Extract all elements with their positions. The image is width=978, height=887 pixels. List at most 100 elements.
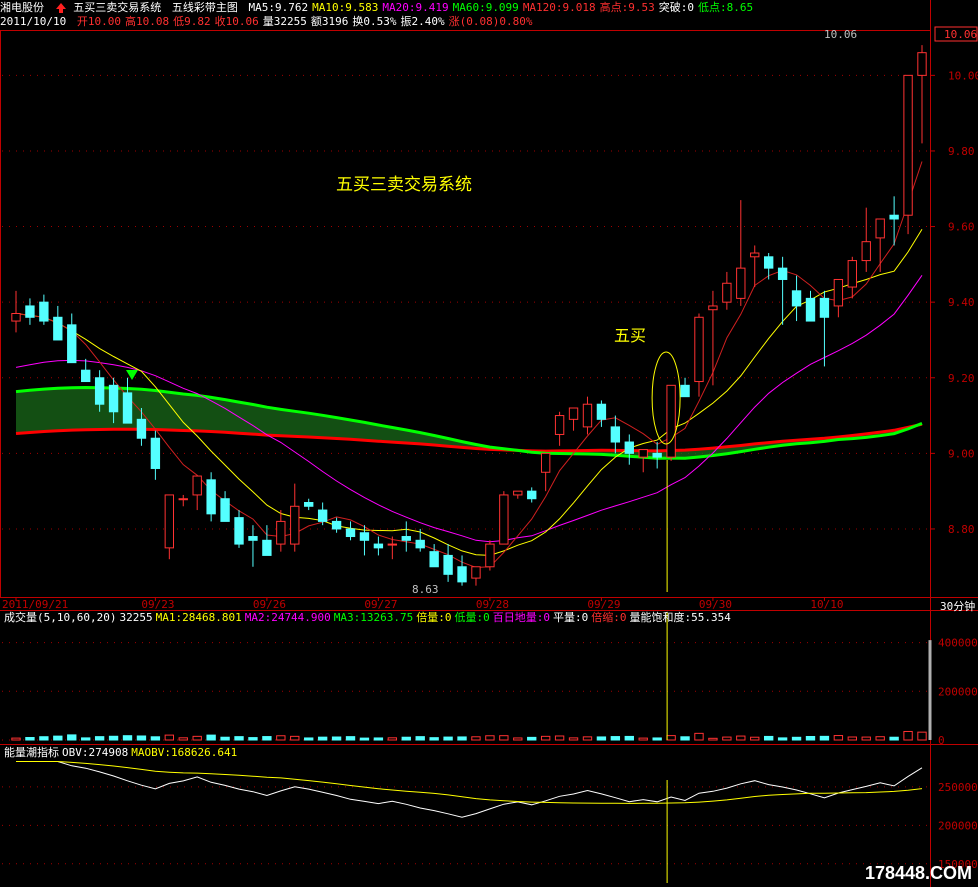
- candle-up: [178, 498, 188, 501]
- volume-bar: [805, 735, 816, 741]
- volume-bar: [568, 737, 579, 741]
- volume-bar: [499, 735, 509, 741]
- candle-up: [485, 543, 495, 568]
- stock-name[interactable]: 湘电股份: [0, 1, 44, 14]
- volume-bar: [81, 737, 91, 741]
- watermark: 178448.COM: [864, 863, 972, 883]
- volume-bar: [11, 737, 21, 741]
- volume-value: 量32255: [262, 15, 307, 28]
- volume-bar: [680, 736, 690, 741]
- candle-up: [568, 407, 579, 420]
- volume-bar: [903, 730, 913, 741]
- y-tick-label: 10.00: [948, 69, 978, 82]
- volume-bar: [234, 736, 244, 741]
- volume-bar: [750, 736, 760, 741]
- candle-up: [471, 566, 481, 579]
- volume-bar: [819, 735, 830, 741]
- volume-bar: [39, 736, 49, 741]
- candle-down: [680, 384, 690, 398]
- volume-bar: [527, 736, 537, 741]
- volume-bar: [582, 736, 593, 741]
- candle-down: [108, 384, 119, 413]
- volume-bar: [652, 737, 662, 741]
- ma60-value: MA60:9.099: [452, 1, 519, 14]
- candle-down: [791, 290, 802, 307]
- candle-down: [67, 324, 77, 364]
- candle-down: [94, 377, 105, 405]
- candle-up: [290, 505, 300, 545]
- candle-down: [624, 441, 634, 454]
- candle-up: [875, 218, 885, 239]
- candle-down: [136, 418, 147, 439]
- candle-up: [750, 252, 760, 258]
- candle-up: [11, 313, 21, 322]
- y-tick-label: 9.00: [948, 447, 975, 460]
- candle-up: [387, 543, 398, 546]
- obv-header: 能量潮指标 OBV:274908 MAOBV:168626.641: [4, 746, 240, 760]
- volume-bar: [722, 736, 732, 741]
- change-value: 涨(0.08)0.80%: [448, 15, 533, 28]
- volume-bar: [638, 737, 648, 741]
- volume-bar: [331, 736, 342, 741]
- candle-down: [359, 532, 370, 541]
- vol-ma2: MA2:24744.900: [244, 611, 331, 624]
- volume-bar: [694, 732, 704, 741]
- candle-up: [736, 267, 746, 299]
- x-tick-label: 09/28: [476, 598, 509, 611]
- volume-bar: [262, 736, 272, 741]
- turnover-value: 换0.53%: [352, 15, 397, 28]
- volume-bar: [150, 736, 161, 741]
- high-value: 高10.08: [124, 15, 170, 28]
- candle-down: [81, 369, 91, 383]
- ma5-line: [15, 161, 923, 569]
- volume-bar: [276, 735, 286, 741]
- volume-bar: [708, 737, 718, 741]
- ma5-value: MA5:9.762: [248, 1, 309, 14]
- candle-down: [150, 437, 161, 469]
- obv-tick-label: 250000: [938, 781, 978, 794]
- ma120-value: MA120:9.018: [522, 1, 596, 14]
- candle-down: [304, 502, 314, 507]
- x-tick-label: 09/26: [253, 598, 286, 611]
- period-label[interactable]: 30分钟: [940, 598, 975, 614]
- header-row-2: 2011/10/10 开10.00 高10.08 低9.82 收10.06 量32255…: [0, 14, 536, 29]
- buy-label: 五买: [614, 326, 646, 345]
- candle-up: [638, 449, 648, 458]
- candle-up: [540, 452, 551, 473]
- vol-tick-label: 400000: [938, 637, 978, 650]
- volume-bar: [415, 736, 425, 741]
- high-point-value: 高点:9.53: [599, 1, 655, 14]
- amount-value: 额3196: [310, 15, 349, 28]
- candle-up: [861, 241, 871, 262]
- obv-line: [16, 761, 923, 818]
- vol-beisuo: 倍缩:0: [591, 611, 627, 624]
- x-tick-label: 09/30: [699, 598, 732, 611]
- candle-down: [610, 426, 621, 443]
- candle-down: [317, 509, 328, 522]
- volume-bar: [443, 736, 453, 741]
- volume-last: 32255: [119, 611, 153, 624]
- y-tick-label: 9.80: [948, 145, 975, 158]
- volume-bar: [736, 735, 746, 741]
- amplitude-value: 振2.40%: [400, 15, 445, 28]
- volume-bar: [777, 737, 788, 741]
- maobv-line: [16, 761, 923, 804]
- candle-up: [582, 403, 593, 428]
- obv-title[interactable]: 能量潮指标: [4, 746, 59, 759]
- main-chart-name[interactable]: 五线彩带主图: [172, 1, 238, 14]
- volume-bar: [513, 737, 523, 741]
- volume-bar: [666, 735, 676, 741]
- candle-up: [847, 260, 857, 288]
- low-point-value: 低点:8.65: [698, 1, 754, 14]
- volume-bar: [875, 736, 885, 741]
- system-name[interactable]: 五买三卖交易系统: [73, 1, 161, 14]
- volume-bar: [401, 736, 411, 741]
- volume-bar: [304, 737, 314, 741]
- candle-down: [53, 316, 63, 341]
- volume-title[interactable]: 成交量(5,10,60,20): [4, 611, 116, 624]
- volume-bar: [610, 736, 621, 741]
- volume-bar: [290, 735, 300, 741]
- breakout-value: 突破:0: [658, 1, 695, 14]
- candle-up: [833, 278, 844, 307]
- volume-bar: [206, 734, 216, 741]
